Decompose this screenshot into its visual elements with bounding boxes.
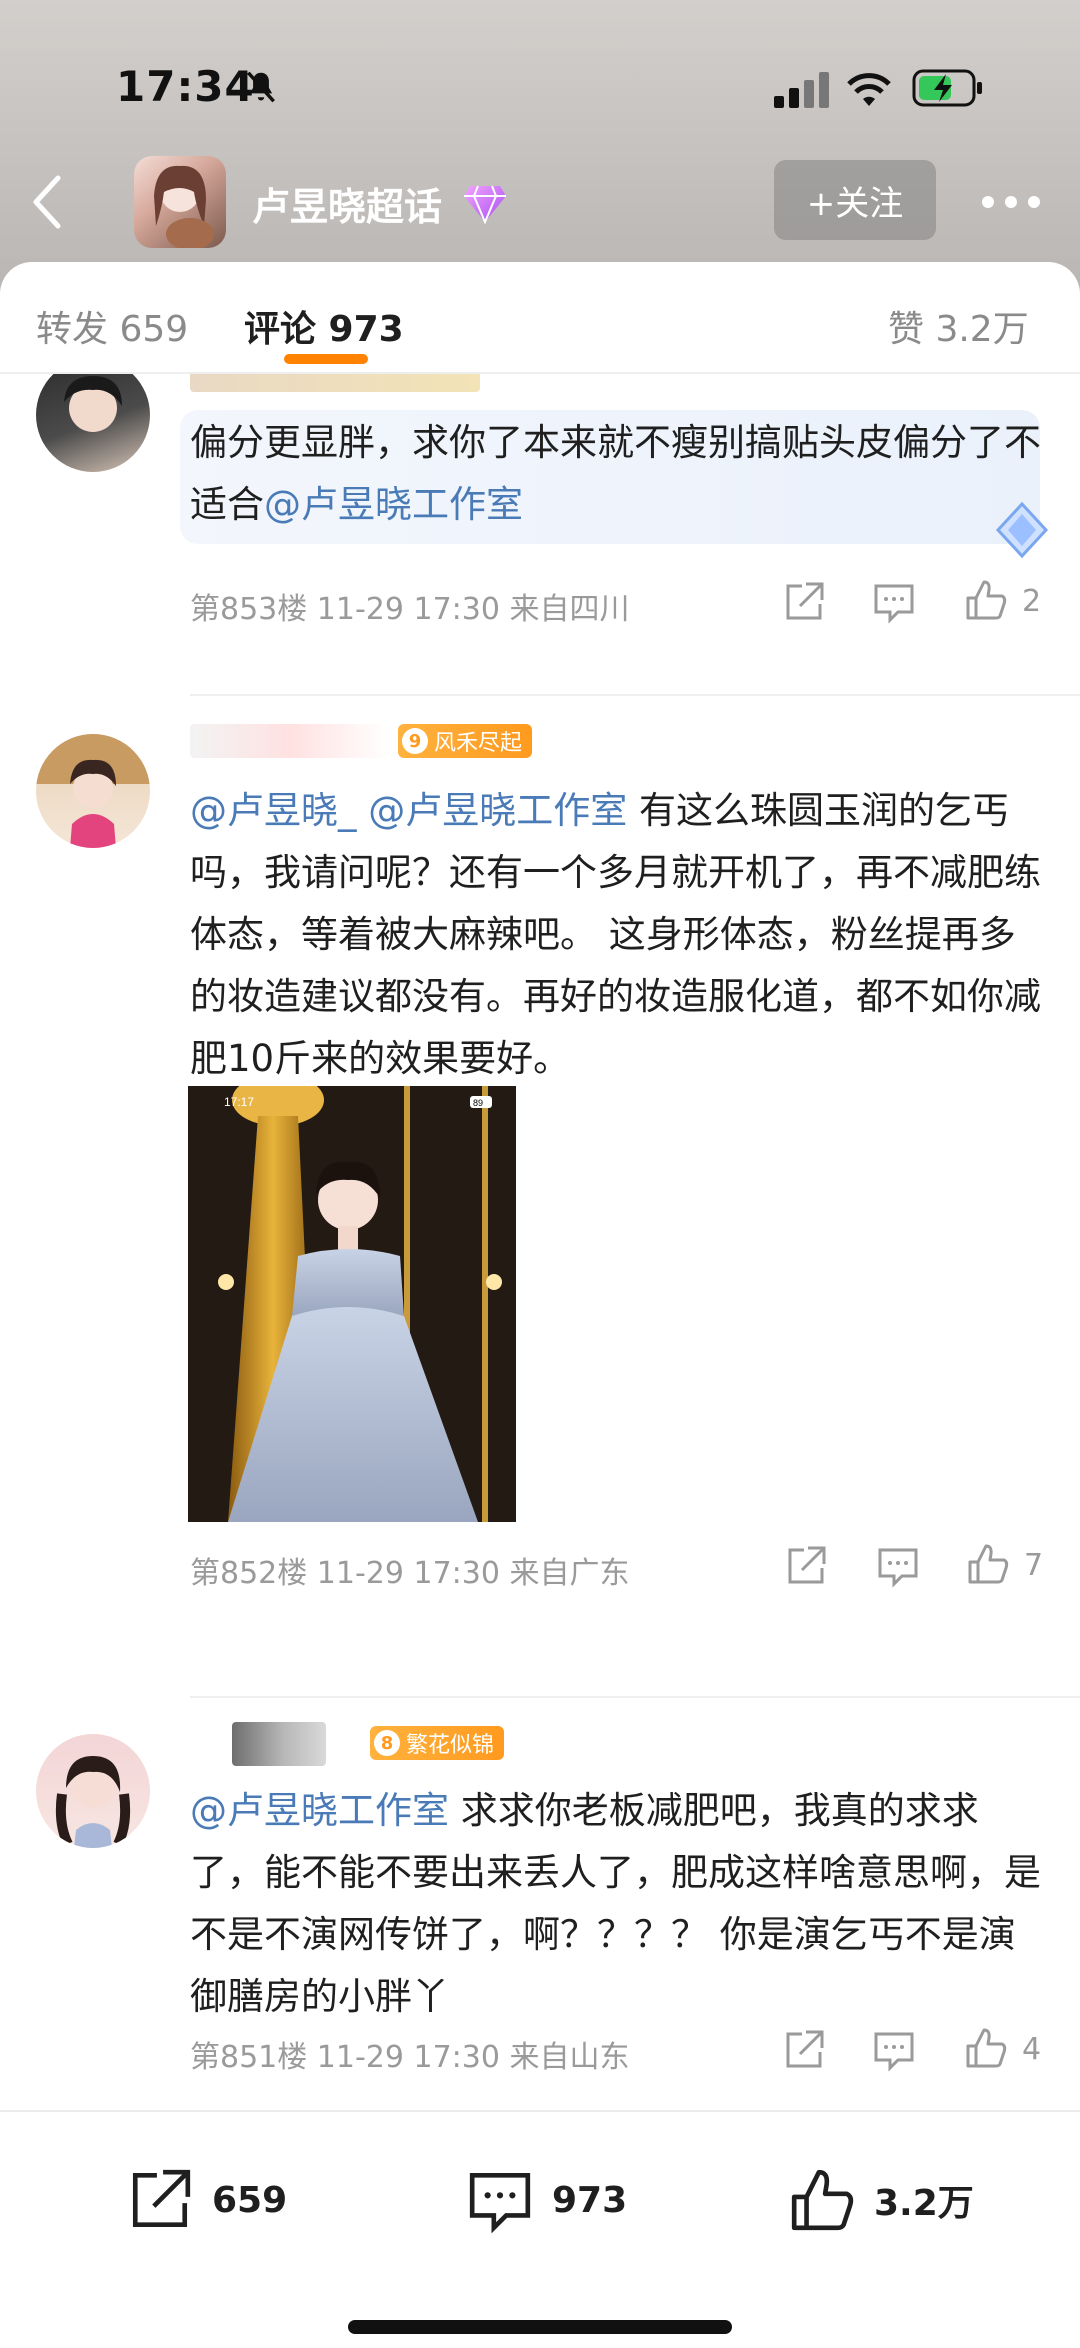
mention-link[interactable]: @卢昱晓工作室 [368,789,627,832]
thumb-up-icon[interactable] [964,578,1008,622]
like-count: 2 [1022,584,1042,619]
image-status-time: 17:17 [224,1095,254,1109]
tab-repost[interactable]: 转发 659 [36,300,188,352]
tab-active-indicator [284,354,368,364]
signal-icon [774,72,829,108]
badge-level: 9 [402,728,428,754]
comment-list: 偏分更显胖，求你了本来就不瘦别搞贴头皮偏分了不适合@卢昱晓工作室 第853楼 1… [0,374,1080,2134]
repost-action[interactable]: 659 [126,2166,287,2234]
comments-sheet: 转发 659 评论 973 赞 3.2万 偏分更显胖，求你了本来就不瘦别搞贴头皮… [0,262,1080,2348]
comment-meta: 第852楼 11-29 17:30 来自广东 [190,1556,630,1591]
comment-icon[interactable] [872,2028,916,2072]
mention-link[interactable]: @卢昱晓_ [190,789,357,832]
username[interactable] [190,374,480,392]
topic-avatar[interactable] [134,156,226,248]
badge-name: 繁花似锦 [406,1733,495,1758]
comment-icon[interactable] [872,580,916,624]
comment-body: 有这么珠圆玉润的乞丐吗，我请问呢？还有一个多月就开机了，再不减肥练体态，等着被大… [190,789,1041,1080]
tab-comment[interactable]: 评论 973 [244,300,404,352]
comment-text: 偏分更显胖，求你了本来就不瘦别搞贴头皮偏分了不适合@卢昱晓工作室 [190,412,1050,536]
username[interactable] [190,724,390,758]
repost-count: 659 [212,2179,288,2221]
header-background: 17:34 卢昱晓超话 +关注 [0,0,1080,300]
tabs: 转发 659 评论 973 赞 3.2万 [0,262,1080,364]
comment-text: @卢昱晓工作室 求求你老板减肥吧，我真的求求了，能不能不要出来丢人了，肥成这样啥… [190,1780,1050,2028]
username[interactable] [232,1722,326,1766]
comment-meta: 第851楼 11-29 17:30 来自山东 [190,2040,630,2075]
badge-name: 风禾尽起 [434,731,523,756]
like-count: 3.2万 [874,2183,974,2224]
thumb-up-icon[interactable] [966,1542,1010,1586]
thumb-up-icon [791,2169,854,2231]
comment-text: @卢昱晓_ @卢昱晓工作室 有这么珠圆玉润的乞丐吗，我请问呢？还有一个多月就开机… [190,780,1050,1090]
comment-item: 8 繁花似锦 @卢昱晓工作室 求求你老板减肥吧，我真的求求了，能不能不要出来丢人… [0,1696,1080,2116]
comment-meta: 第853楼 11-29 17:30 来自四川 [190,592,630,627]
diamond-badge-icon [995,501,1049,559]
share-icon[interactable] [784,1544,828,1588]
fan-badge: 9 风禾尽起 [398,724,533,758]
share-icon[interactable] [782,580,826,624]
share-icon[interactable] [782,2028,826,2072]
tab-likes[interactable]: 赞 3.2万 [888,300,1029,352]
battery-charging-icon [912,69,982,107]
nav-bar: 卢昱晓超话 +关注 [0,152,1080,252]
comment-item: 偏分更显胖，求你了本来就不瘦别搞贴头皮偏分了不适合@卢昱晓工作室 第853楼 1… [0,374,1080,696]
diamond-icon [464,185,506,224]
status-bar: 17:34 [0,56,1080,116]
comment-icon [469,2172,531,2234]
comment-image[interactable]: 17:17 89 [188,1086,516,1522]
comment-icon[interactable] [876,1544,920,1588]
comment-count: 973 [552,2179,628,2221]
bottom-action-bar: 659 973 3.2万 [0,2110,1080,2348]
mention-link[interactable]: @卢昱晓工作室 [190,1789,449,1832]
comment-action[interactable]: 973 [466,2166,627,2234]
image-battery: 89 [473,1098,483,1108]
thumb-up-icon[interactable] [964,2026,1008,2070]
mention-link[interactable]: @卢昱晓工作室 [264,483,523,526]
wifi-icon [847,73,891,106]
comment-item: 9 风禾尽起 @卢昱晓_ @卢昱晓工作室 有这么珠圆玉润的乞丐吗，我请问呢？还有… [0,696,1080,1698]
like-action[interactable]: 3.2万 [788,2166,974,2234]
badge-level: 8 [374,1730,400,1756]
follow-button[interactable]: +关注 [774,160,936,240]
bell-off-icon [247,71,275,103]
more-icon[interactable] [980,182,1042,222]
share-icon [132,2169,191,2228]
avatar[interactable] [36,1734,150,1848]
like-count: 7 [1024,1548,1044,1583]
page-title: 卢昱晓超话 [252,185,443,229]
avatar[interactable] [36,374,150,472]
fan-badge: 8 繁花似锦 [370,1726,505,1760]
back-icon[interactable] [28,172,68,232]
home-indicator [348,2320,732,2334]
status-time: 17:34 [116,62,255,111]
like-count: 4 [1022,2032,1042,2067]
avatar[interactable] [36,734,150,848]
